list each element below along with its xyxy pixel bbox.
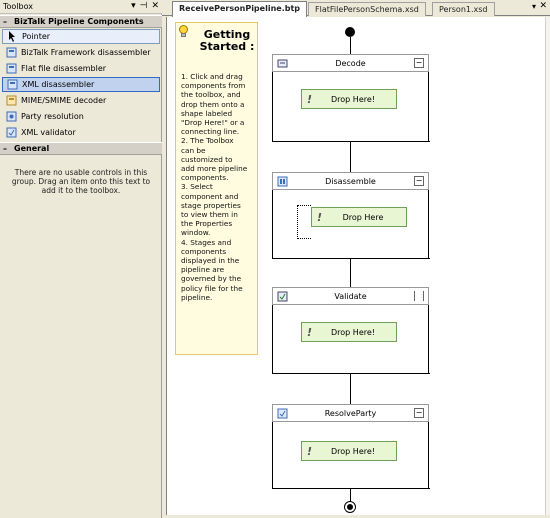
- expand-stage-button[interactable]: [414, 291, 424, 301]
- component-icon: [5, 127, 17, 139]
- getting-started-panel: Getting Started : 1. Click and drag comp…: [175, 22, 258, 355]
- stage-name: Decode: [335, 59, 366, 68]
- pipeline-end-node: [344, 501, 356, 513]
- collapse-stage-button[interactable]: −: [414, 408, 424, 418]
- tool-pointer[interactable]: Pointer: [2, 29, 160, 44]
- getting-started-instructions: 1. Click and drag components from the to…: [181, 72, 248, 302]
- collapse-stage-button[interactable]: −: [414, 176, 424, 186]
- tool-mime-smime-decoder[interactable]: MIME/SMIME decoder: [2, 93, 160, 108]
- toolbox-title: Toolbox: [3, 2, 33, 11]
- tool-label: BizTalk Framework disassembler: [21, 48, 151, 57]
- stage-name: Validate: [334, 292, 367, 301]
- stage-decode[interactable]: Decode −: [272, 54, 429, 72]
- tab-person1[interactable]: Person1.xsd: [432, 2, 495, 16]
- tool-label: Pointer: [22, 32, 51, 41]
- component-icon: [5, 111, 17, 123]
- document-tabstrip: ReceivePersonPipeline.btp FlatFilePerson…: [162, 0, 550, 17]
- tool-biztalk-framework-disassembler[interactable]: BizTalk Framework disassembler: [2, 45, 160, 60]
- lightbulb-icon: [178, 25, 189, 37]
- category-biztalk-pipeline-components[interactable]: – BizTalk Pipeline Components: [0, 15, 162, 28]
- stage-bottom-line: [272, 258, 430, 259]
- connector-line: [350, 374, 351, 404]
- category-general[interactable]: – General: [0, 142, 162, 155]
- tool-xml-validator[interactable]: XML validator: [2, 125, 160, 140]
- connector-line: [350, 489, 351, 501]
- component-icon: [6, 79, 18, 91]
- drop-here-target[interactable]: ! Drop Here!: [301, 441, 397, 461]
- tab-list-dropdown-button[interactable]: ▾: [532, 2, 536, 11]
- toolbox-pin-button[interactable]: ⊣: [140, 1, 148, 11]
- drop-here-label: Drop Here!: [331, 328, 375, 337]
- stage-resolve-party[interactable]: ResolveParty −: [272, 404, 429, 422]
- stage-name: ResolveParty: [324, 409, 377, 418]
- tool-label: XML disassembler: [22, 80, 95, 89]
- parallel-branch-bracket: [297, 205, 311, 239]
- stage-bottom-line: [272, 488, 430, 489]
- getting-started-title: Getting Started :: [199, 28, 255, 53]
- toolbox-dropdown-button[interactable]: ▾: [131, 1, 136, 11]
- drop-here-target[interactable]: ! Drop Here!: [301, 89, 397, 109]
- toolbox-title-bar: Toolbox ▾ ⊣ ✕: [0, 0, 162, 14]
- tool-label: Party resolution: [21, 112, 84, 121]
- component-icon: [5, 63, 17, 75]
- drop-here-label: Drop Here!: [331, 447, 375, 456]
- tool-flat-file-disassembler[interactable]: Flat file disassembler: [2, 61, 160, 76]
- category-label: BizTalk Pipeline Components: [14, 17, 144, 26]
- toolbox-panel: Toolbox ▾ ⊣ ✕ – BizTalk Pipeline Compone…: [0, 0, 162, 518]
- stage-bottom-line: [272, 373, 430, 374]
- tab-flat-file-person-schema[interactable]: FlatFilePersonSchema.xsd: [308, 2, 426, 16]
- toolbox-close-button[interactable]: ✕: [151, 1, 159, 11]
- tool-xml-disassembler[interactable]: XML disassembler: [2, 77, 160, 92]
- drop-here-target[interactable]: ! Drop Here!: [301, 322, 397, 342]
- vertical-scrollbar[interactable]: [545, 17, 550, 515]
- stage-name: Disassemble: [325, 177, 376, 186]
- close-document-button[interactable]: ✕: [539, 1, 547, 11]
- tool-party-resolution[interactable]: Party resolution: [2, 109, 160, 124]
- stage-validate[interactable]: Validate: [272, 287, 429, 305]
- connector-line: [350, 259, 351, 287]
- stage-bottom-line: [272, 141, 430, 142]
- tool-label: MIME/SMIME decoder: [21, 96, 107, 105]
- connector-line: [350, 37, 351, 55]
- stage-disassemble[interactable]: Disassemble −: [272, 172, 429, 190]
- category-label: General: [14, 144, 50, 153]
- tab-receive-person-pipeline[interactable]: ReceivePersonPipeline.btp: [172, 1, 308, 17]
- component-icon: [5, 95, 17, 107]
- drop-here-label: Drop Here!: [331, 95, 375, 104]
- component-icon: [5, 47, 17, 59]
- pointer-icon: [6, 31, 18, 43]
- collapse-icon: –: [3, 144, 7, 153]
- tool-label: Flat file disassembler: [21, 64, 107, 73]
- collapse-stage-button[interactable]: −: [414, 58, 424, 68]
- drop-here-label: Drop Here: [342, 213, 384, 222]
- connector-line: [350, 142, 351, 172]
- pipeline-start-node: [345, 27, 355, 37]
- tool-label: XML validator: [21, 128, 76, 137]
- general-empty-message: There are no usable controls in this gro…: [11, 168, 151, 195]
- drop-here-target[interactable]: ! Drop Here: [311, 207, 407, 227]
- collapse-icon: –: [3, 17, 7, 26]
